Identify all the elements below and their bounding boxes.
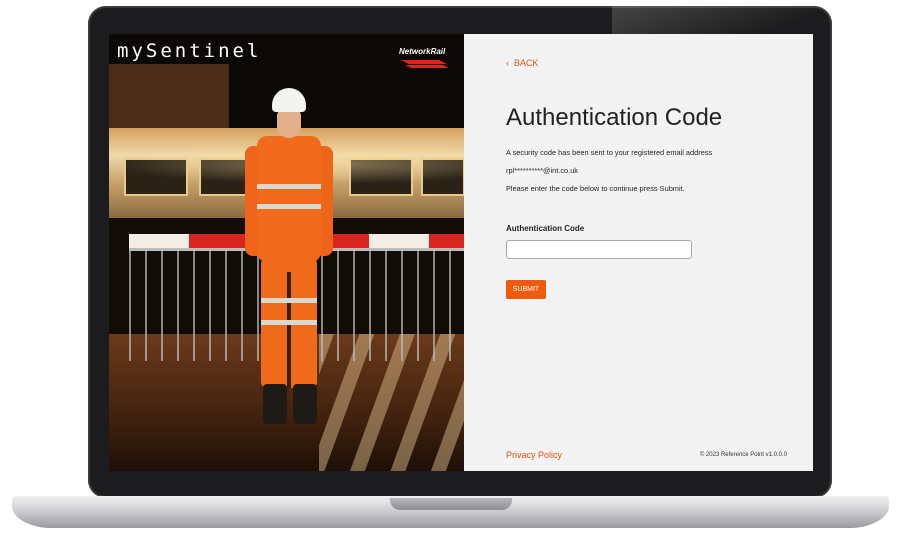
worker-boot xyxy=(293,384,317,424)
worker-boot xyxy=(263,384,287,424)
hero-photo: mySentinel NetworkRail xyxy=(109,34,464,471)
back-link[interactable]: ‹ BACK xyxy=(506,58,539,68)
worker-reflective-stripe xyxy=(257,204,321,209)
instruction-text: A security code has been sent to your re… xyxy=(506,148,713,157)
worker-reflective-stripe xyxy=(257,184,321,189)
screen: mySentinel NetworkRail ‹ BACK Authenticat… xyxy=(109,34,813,471)
app-brand-title: mySentinel xyxy=(117,40,262,62)
worker-reflective-stripe xyxy=(261,320,317,325)
masked-email: rpl**********@int.co.uk xyxy=(506,166,579,175)
laptop-notch xyxy=(390,498,512,510)
auth-code-label: Authentication Code xyxy=(506,224,585,233)
auth-code-input[interactable] xyxy=(506,240,692,259)
submit-button[interactable]: SUBMIT xyxy=(506,280,546,299)
worker-face xyxy=(277,108,301,138)
worker-leg-gap xyxy=(287,272,291,388)
copyright-text: © 2023 Reference Point v1.0.0.0 xyxy=(699,452,787,458)
chevron-left-icon: ‹ xyxy=(506,58,509,68)
privacy-policy-link[interactable]: Privacy Policy xyxy=(506,450,562,460)
back-label: BACK xyxy=(514,58,539,68)
network-rail-logo: NetworkRail xyxy=(399,47,451,69)
instruction-text-continue: Please enter the code below to continue … xyxy=(506,184,685,193)
worker-reflective-stripe xyxy=(261,298,317,303)
page-title: Authentication Code xyxy=(506,104,723,131)
worker-jacket xyxy=(257,136,321,262)
auth-form-panel: ‹ BACK Authentication Code A security cod… xyxy=(464,34,813,471)
network-rail-chevron-icon xyxy=(401,60,449,68)
